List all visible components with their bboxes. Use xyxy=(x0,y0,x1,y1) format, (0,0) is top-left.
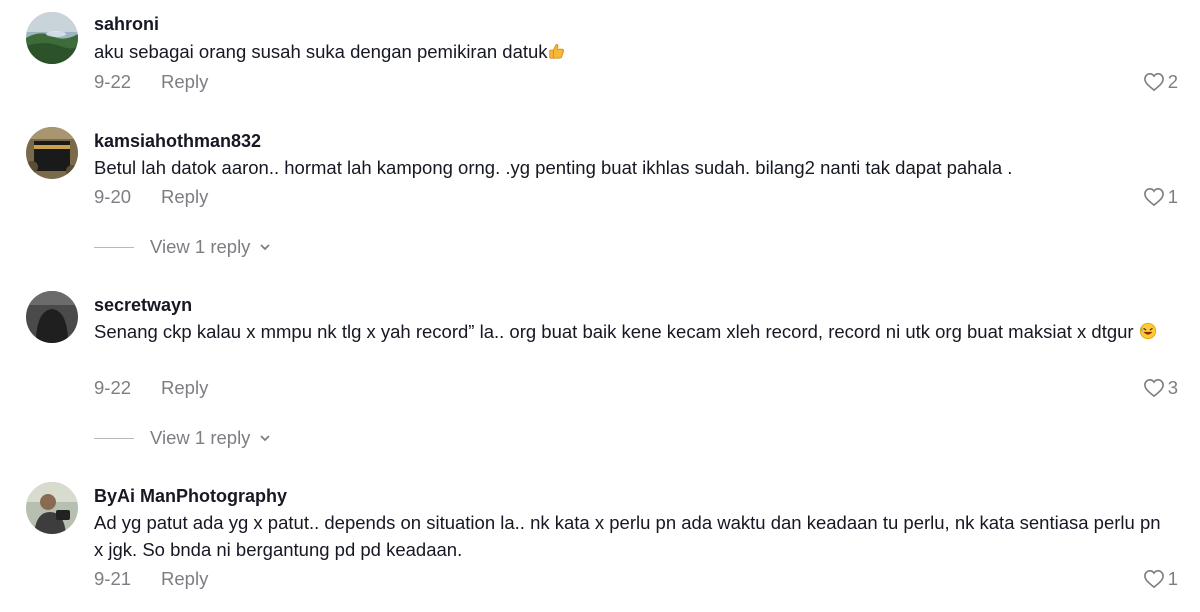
like-button[interactable]: 1 xyxy=(1143,186,1178,208)
reply-button[interactable]: Reply xyxy=(161,71,208,93)
reply-button[interactable]: Reply xyxy=(161,186,208,208)
avatar-image xyxy=(26,291,78,343)
like-count: 2 xyxy=(1167,71,1178,92)
heart-outline-icon xyxy=(1143,72,1165,92)
comment-meta: 9-20 Reply xyxy=(94,186,208,208)
avatar[interactable] xyxy=(26,291,78,343)
comment-text: aku sebagai orang susah suka dengan pemi… xyxy=(94,38,1174,65)
comment-username[interactable]: secretwayn xyxy=(94,295,192,316)
comment-date: 9-21 xyxy=(94,568,132,589)
heart-outline-icon xyxy=(1143,187,1165,207)
view-replies-label: View 1 reply xyxy=(150,427,251,448)
reply-button[interactable]: Reply xyxy=(161,568,208,590)
comment-text: Senang ckp kalau x mmpu nk tlg x yah rec… xyxy=(94,318,1174,345)
avatar-image xyxy=(26,12,78,64)
view-replies-button[interactable]: View 1 reply xyxy=(94,427,272,449)
like-count: 1 xyxy=(1167,186,1178,207)
comment-date: 9-22 xyxy=(94,71,132,92)
chevron-down-icon xyxy=(258,240,272,254)
view-replies-button[interactable]: View 1 reply xyxy=(94,236,272,258)
avatar-image xyxy=(26,127,78,179)
comment-text: Betul lah datok aaron.. hormat lah kampo… xyxy=(94,154,1174,181)
comment-date: 9-20 xyxy=(94,186,132,207)
like-button[interactable]: 3 xyxy=(1143,377,1178,399)
thumbs-up-icon xyxy=(548,42,566,60)
like-count: 3 xyxy=(1167,377,1178,398)
view-replies-label: View 1 reply xyxy=(150,236,251,257)
comment-meta: 9-22 Reply xyxy=(94,71,208,93)
comment-text: Ad yg patut ada yg x patut.. depends on … xyxy=(94,509,1174,563)
reply-thread-line xyxy=(94,246,134,248)
avatar[interactable] xyxy=(26,127,78,179)
like-button[interactable]: 2 xyxy=(1143,71,1178,93)
comment-meta: 9-22 Reply xyxy=(94,377,208,399)
avatar[interactable] xyxy=(26,482,78,534)
comment-username[interactable]: kamsiahothman832 xyxy=(94,131,261,152)
comment-text-body: Betul lah datok aaron.. hormat lah kampo… xyxy=(94,157,1013,178)
comment-text-body: aku sebagai orang susah suka dengan pemi… xyxy=(94,41,548,62)
like-count: 1 xyxy=(1167,568,1178,589)
comment-list: sahroni aku sebagai orang susah suka den… xyxy=(0,0,1200,612)
like-button[interactable]: 1 xyxy=(1143,568,1178,590)
avatar[interactable] xyxy=(26,12,78,64)
reply-thread-line xyxy=(94,437,134,439)
comment-meta: 9-21 Reply xyxy=(94,568,208,590)
comment-text-body: Senang ckp kalau x mmpu nk tlg x yah rec… xyxy=(94,321,1134,342)
comment-username[interactable]: sahroni xyxy=(94,14,159,35)
comment-date: 9-22 xyxy=(94,377,132,398)
reply-button[interactable]: Reply xyxy=(161,377,208,399)
comment-username[interactable]: ByAi ManPhotography xyxy=(94,486,287,507)
heart-outline-icon xyxy=(1143,569,1165,589)
rolling-laughing-icon xyxy=(1139,322,1157,340)
heart-outline-icon xyxy=(1143,378,1165,398)
avatar-image xyxy=(26,482,78,534)
chevron-down-icon xyxy=(258,431,272,445)
comment-text-body: Ad yg patut ada yg x patut.. depends on … xyxy=(94,512,1161,560)
